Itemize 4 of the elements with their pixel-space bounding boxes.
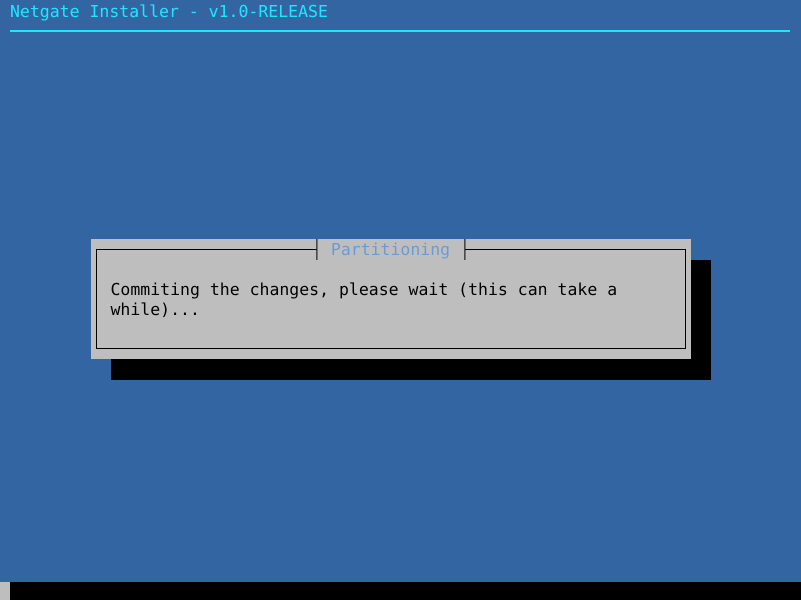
dialog-title: Partitioning [316,239,466,260]
dialog-message: Commiting the changes, please wait (this can take a while)... [110,280,618,320]
installer-title: Netgate Installer - v1.0-RELEASE [10,2,329,22]
cursor-block [0,582,10,600]
